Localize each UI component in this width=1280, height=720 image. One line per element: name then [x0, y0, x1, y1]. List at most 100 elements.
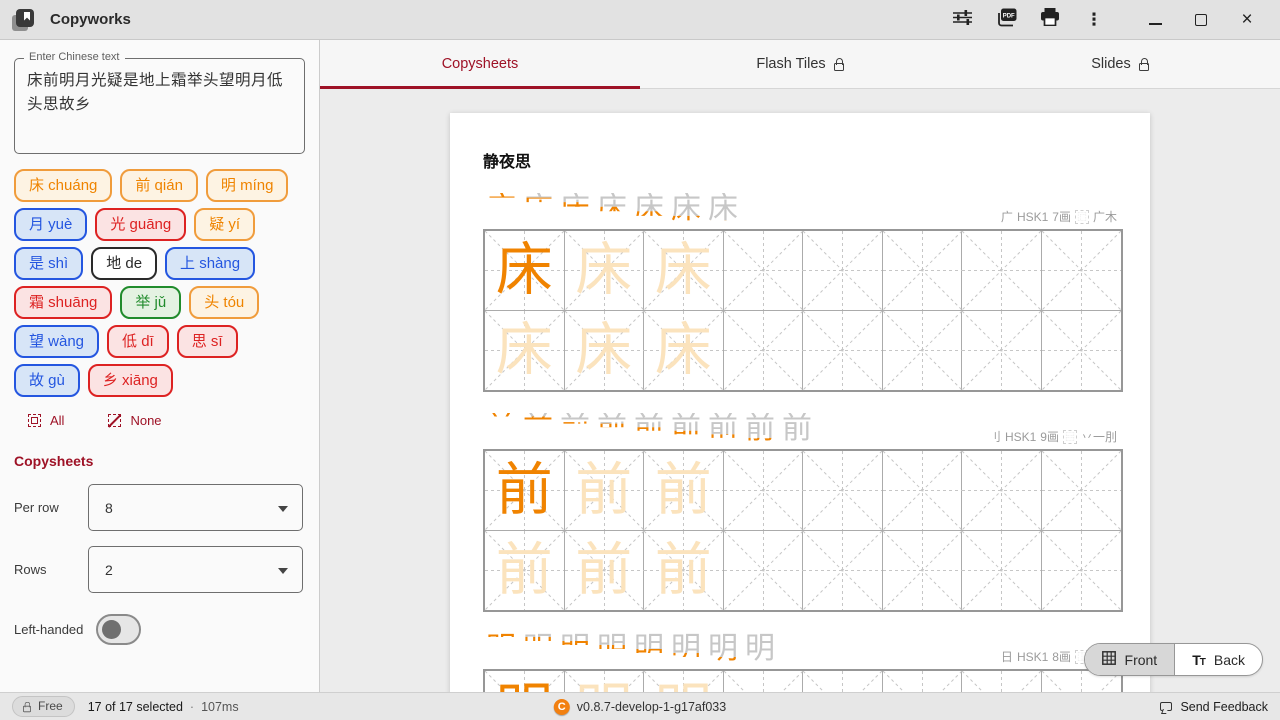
input-value[interactable]: 床前明月光疑是地上霜举头望明月低头思故乡 [27, 69, 292, 141]
rows-label: Rows [14, 562, 47, 577]
word-chip[interactable]: 床 chuáng [14, 169, 113, 202]
selection-count: 17 of 17 selected [87, 699, 183, 714]
practice-glyph: 明 [565, 671, 644, 692]
select-all-icon [28, 414, 41, 427]
grid-cell [723, 451, 803, 531]
grid-cell [882, 231, 962, 311]
back-label: Back [1213, 651, 1245, 668]
grid-cell [1041, 530, 1122, 611]
word-chip[interactable]: 故 gù [14, 364, 80, 397]
stroke-step: 明明 [671, 632, 701, 665]
grid-cell [803, 231, 883, 311]
word-chip[interactable]: 举 jǔ [120, 286, 182, 319]
toggle-knob [102, 620, 121, 639]
grid-cell [1041, 231, 1121, 311]
word-chip[interactable]: 疑 yí [194, 208, 256, 241]
word-chip[interactable]: 思 sī [176, 325, 238, 358]
minimize-icon [1148, 22, 1162, 25]
input-label: Enter Chinese text [24, 51, 125, 63]
per-row-select[interactable]: 8 [88, 484, 303, 531]
settings-sliders-button[interactable] [949, 7, 975, 33]
grid-cell: 前 [564, 451, 644, 531]
practice-grid: 明明明明明明 [483, 669, 1123, 692]
word-chip[interactable]: 望 wàng [14, 325, 100, 358]
word-chip[interactable]: 霜 shuāng [14, 286, 113, 319]
stroke-step: 明明 [523, 632, 553, 665]
stroke-step: 明明 [708, 632, 738, 665]
front-back-toggle: Front TT Back [1083, 643, 1263, 676]
tab-bar: Copysheets Flash Tiles Slides [320, 40, 1280, 89]
stroke-step: 前前 [671, 412, 701, 445]
practice-glyph: 床 [495, 317, 553, 382]
send-feedback-button[interactable]: Send Feedback [1160, 700, 1268, 714]
grid-cell [882, 451, 962, 531]
grid-cell [882, 671, 962, 692]
grid-cell [962, 451, 1042, 531]
select-all-button[interactable]: All [28, 413, 64, 428]
practice-glyph: 床 [654, 317, 712, 382]
word-chip[interactable]: 乡 xiāng [87, 364, 173, 397]
tab-flash-tiles[interactable]: Flash Tiles [640, 40, 960, 88]
stroke-step: 前前 [634, 412, 664, 445]
select-none-icon [108, 414, 122, 427]
stroke-order-strip: 床床床床床床床床床床床床床床 [483, 192, 742, 226]
stroke-order-strip: 前前前前前前前前前前前前前前前前前前 [483, 412, 816, 446]
left-handed-toggle[interactable] [96, 614, 141, 645]
svg-text:PDF: PDF [1002, 13, 1014, 19]
grid-cell: 前 [485, 451, 565, 531]
feedback-bubble-icon [1160, 702, 1173, 711]
grid-cell [723, 231, 803, 311]
word-chip[interactable]: 是 shì [14, 247, 84, 280]
stroke-step: 明明 [560, 632, 590, 665]
grid-cell [723, 671, 803, 692]
char-section: 前前前前前前前前前前前前前前前前前前刂 HSK1 9画⿳丷一刖前前前前前前 [483, 408, 1123, 612]
front-button[interactable]: Front [1084, 644, 1175, 675]
tab-slides[interactable]: Slides [960, 40, 1280, 88]
tab-copysheets[interactable]: Copysheets [320, 40, 640, 89]
status-bar: Free 17 of 17 selected · 107ms C v0.8.7-… [0, 692, 1280, 720]
practice-grid: 床床床床床床 [483, 229, 1123, 392]
text-icon: TT [1192, 651, 1206, 668]
export-pdf-button[interactable]: PDF [993, 7, 1019, 33]
word-chip[interactable]: 前 qián [120, 169, 198, 202]
copysheet-page: 静夜思 床床床床床床床床床床床床床床广 HSK1 7画⿸广木床床床床床床前前前前前前… [450, 113, 1150, 692]
word-chip[interactable]: 头 tóu [189, 286, 260, 319]
practice-glyph: 前 [495, 458, 553, 522]
window-close-button[interactable]: × [1232, 5, 1262, 35]
print-button[interactable] [1037, 7, 1063, 33]
grid-cell [803, 310, 883, 390]
grid-cell: 前 [564, 530, 644, 610]
practice-grid: 前前前前前前 [483, 449, 1123, 612]
stroke-step: 前前 [708, 412, 738, 445]
window-maximize-button[interactable] [1186, 5, 1216, 35]
word-chip[interactable]: 明 míng [205, 169, 289, 202]
word-chip[interactable]: 光 guāng [95, 208, 187, 241]
chevron-down-icon [278, 505, 288, 512]
grid-cell: 床 [485, 310, 565, 390]
word-chip[interactable]: 上 shàng [165, 247, 256, 280]
kebab-icon: ⋮ [1085, 10, 1103, 29]
char-info: 广 HSK1 7画⿸广木 [1000, 209, 1117, 224]
word-chip[interactable]: 低 dī [107, 325, 169, 358]
menu-kebab-button[interactable]: ⋮ [1081, 7, 1107, 33]
stroke-step: 明明 [597, 632, 627, 665]
stroke-step: 前前 [486, 412, 516, 445]
select-none-button[interactable]: None [108, 413, 162, 428]
stroke-order-strip: 明明明明明明明明明明明明明明明明 [483, 632, 779, 666]
poem-title: 静夜思 [483, 154, 532, 171]
char-section: 床床床床床床床床床床床床床床广 HSK1 7画⿸广木床床床床床床 [483, 188, 1123, 392]
grid-cell: 床 [564, 231, 644, 311]
rows-select[interactable]: 2 [88, 546, 303, 593]
grid-cell [962, 530, 1042, 610]
titlebar: Copyworks PDF ⋮ × [0, 0, 1280, 40]
window-minimize-button[interactable] [1140, 5, 1170, 35]
word-chip[interactable]: 地 de [91, 247, 158, 280]
back-button[interactable]: TT Back [1174, 644, 1262, 675]
practice-glyph: 床 [575, 238, 633, 302]
word-chip[interactable]: 月 yuè [14, 208, 88, 241]
lock-icon [833, 57, 844, 71]
stroke-step: 前前 [523, 412, 553, 445]
chinese-text-input[interactable]: Enter Chinese text 床前明月光疑是地上霜举头望明月低头思故乡 [14, 51, 305, 154]
stroke-step: 前前 [560, 412, 590, 445]
practice-glyph: 床 [654, 238, 712, 302]
